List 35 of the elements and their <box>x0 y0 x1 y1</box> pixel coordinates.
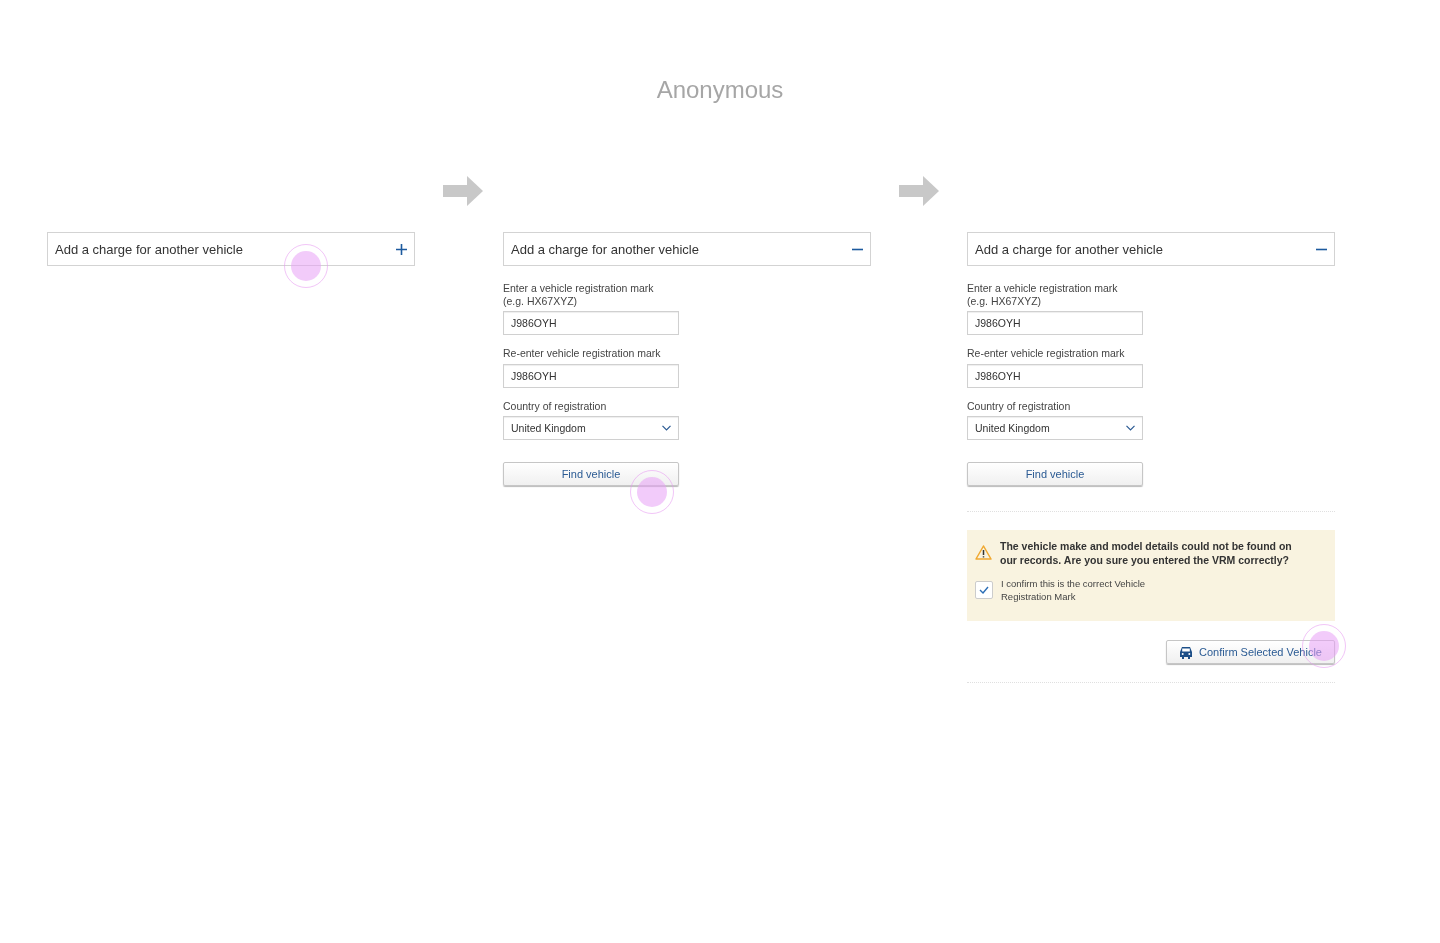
country-dropdown[interactable]: United Kingdom <box>503 416 679 440</box>
accordion-header[interactable]: Add a charge for another vehicle <box>967 232 1335 266</box>
right-arrow-icon <box>443 176 483 206</box>
text-field[interactable]: J986OYH <box>503 311 679 335</box>
car-icon <box>1179 645 1194 659</box>
find-vehicle-button[interactable]: Find vehicle <box>503 462 679 486</box>
chevron-down-icon <box>1126 425 1135 431</box>
accordion-title: Add a charge for another vehicle <box>975 241 1163 257</box>
field-label: Enter a vehicle registration mark <box>503 282 655 295</box>
text-field[interactable]: J986OYH <box>967 311 1143 335</box>
checkbox-label: I confirm this is the correct Vehicle Registration Mark <box>1001 577 1147 603</box>
field-label: Enter a vehicle registration mark <box>967 282 1119 295</box>
warning-message: The vehicle make and model details could not be found on our records. Are you sure you entered the VRM correctly? <box>1000 540 1293 567</box>
confirm-checkbox[interactable] <box>975 581 993 599</box>
accordion-title: Add a charge for another vehicle <box>511 241 699 257</box>
right-arrow-icon <box>899 176 939 206</box>
find-vehicle-button[interactable]: Find vehicle <box>967 462 1143 486</box>
expand-icon[interactable] <box>396 243 407 255</box>
check-icon <box>979 586 989 594</box>
confirm-vehicle-button[interactable]: Confirm Selected Vehicle <box>1166 640 1335 664</box>
page-title: Anonymous <box>656 76 784 105</box>
warning-icon <box>975 545 992 560</box>
field-label: Country of registration <box>503 399 608 412</box>
accordion-title: Add a charge for another vehicle <box>55 241 243 257</box>
field-hint: (e.g. HX67XYZ) <box>503 294 579 307</box>
field-hint: (e.g. HX67XYZ) <box>967 294 1043 307</box>
country-dropdown[interactable]: United Kingdom <box>967 416 1143 440</box>
accordion-header[interactable]: Add a charge for another vehicle <box>503 232 871 266</box>
field-label: Re-enter vehicle registration mark <box>967 347 1126 360</box>
field-label: Country of registration <box>967 399 1072 412</box>
text-field[interactable]: J986OYH <box>503 363 679 388</box>
chevron-down-icon <box>662 425 671 431</box>
field-label: Re-enter vehicle registration mark <box>503 347 662 360</box>
text-field[interactable]: J986OYH <box>967 363 1143 388</box>
accordion-header[interactable]: Add a charge for another vehicle <box>47 232 415 266</box>
